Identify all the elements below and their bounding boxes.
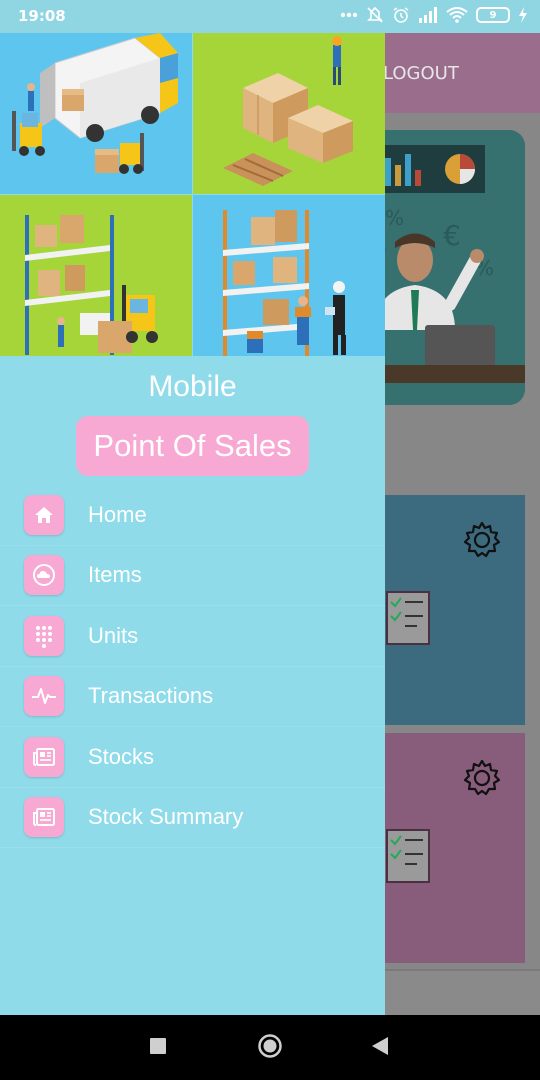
menu-item-label: Stocks bbox=[88, 743, 155, 769]
dashboard-card-2[interactable] bbox=[385, 733, 525, 963]
home-button[interactable] bbox=[242, 1015, 298, 1080]
brand-title: Mobile bbox=[148, 370, 237, 403]
signal-icon bbox=[418, 7, 438, 23]
dashboard-banner-image: % $ € % bbox=[385, 130, 525, 405]
warehouse-shelves-illustration bbox=[0, 195, 192, 356]
background-bottom-strip bbox=[385, 969, 540, 1015]
charging-icon bbox=[518, 7, 528, 23]
menu-item-label: Stock Summary bbox=[88, 804, 244, 830]
truck-illustration bbox=[0, 33, 192, 194]
more-dots-icon bbox=[340, 12, 358, 18]
gear-icon[interactable] bbox=[462, 520, 502, 564]
back-button[interactable] bbox=[352, 1015, 408, 1080]
menu-item-units[interactable]: Units bbox=[0, 606, 385, 667]
alarm-clock-icon bbox=[392, 6, 410, 24]
alarm-off-icon bbox=[366, 6, 384, 24]
back-triangle-icon bbox=[372, 1036, 388, 1059]
newspaper-icon bbox=[24, 797, 64, 838]
warehouse-workers-illustration bbox=[193, 195, 385, 356]
dashboard-card-1[interactable] bbox=[385, 495, 525, 725]
status-bar: 19:08 9 bbox=[0, 0, 540, 33]
battery-level: 9 bbox=[489, 9, 497, 21]
status-icons: 9 bbox=[340, 6, 528, 24]
menu-item-home[interactable]: Home bbox=[0, 485, 385, 546]
menu-item-stock-summary[interactable]: Stock Summary bbox=[0, 788, 385, 848]
square-icon bbox=[150, 1037, 166, 1058]
menu-item-items[interactable]: Items bbox=[0, 546, 385, 606]
drawer-menu: Home Items Units Transactions Stocks Sto… bbox=[0, 485, 385, 848]
dialpad-icon bbox=[24, 615, 64, 656]
checklist-icon bbox=[385, 828, 431, 888]
home-icon bbox=[24, 494, 64, 535]
svg-text:%: % bbox=[385, 206, 404, 230]
menu-item-label: Units bbox=[88, 622, 139, 648]
menu-item-label: Items bbox=[88, 562, 142, 588]
wifi-icon bbox=[446, 7, 468, 23]
drawer-header-image bbox=[0, 33, 385, 356]
checklist-icon bbox=[385, 590, 431, 650]
menu-item-label: Home bbox=[88, 501, 147, 527]
pulse-icon bbox=[24, 676, 64, 717]
navigation-drawer: Mobile Point Of Sales Home Items Units T… bbox=[0, 33, 385, 1015]
svg-text:$: $ bbox=[385, 229, 388, 262]
battery-icon: 9 bbox=[476, 7, 510, 23]
menu-item-stocks[interactable]: Stocks bbox=[0, 727, 385, 788]
cloud-icon bbox=[24, 555, 64, 596]
brand-subtitle-badge: Point Of Sales bbox=[76, 416, 309, 476]
gear-icon[interactable] bbox=[462, 758, 502, 802]
status-time: 19:08 bbox=[18, 7, 66, 25]
circle-home-icon bbox=[257, 1033, 283, 1063]
logout-button[interactable]: LOGOUT bbox=[385, 63, 459, 84]
recents-button[interactable] bbox=[130, 1015, 186, 1080]
system-navigation-bar bbox=[0, 1015, 540, 1080]
background-app-bar: LOGOUT bbox=[385, 33, 540, 113]
menu-item-label: Transactions bbox=[88, 683, 214, 709]
pallets-illustration bbox=[193, 33, 385, 194]
svg-text:€: € bbox=[443, 219, 461, 252]
background-app: LOGOUT % $ € % bbox=[385, 33, 540, 1015]
newspaper-icon bbox=[24, 736, 64, 777]
menu-item-transactions[interactable]: Transactions bbox=[0, 667, 385, 727]
